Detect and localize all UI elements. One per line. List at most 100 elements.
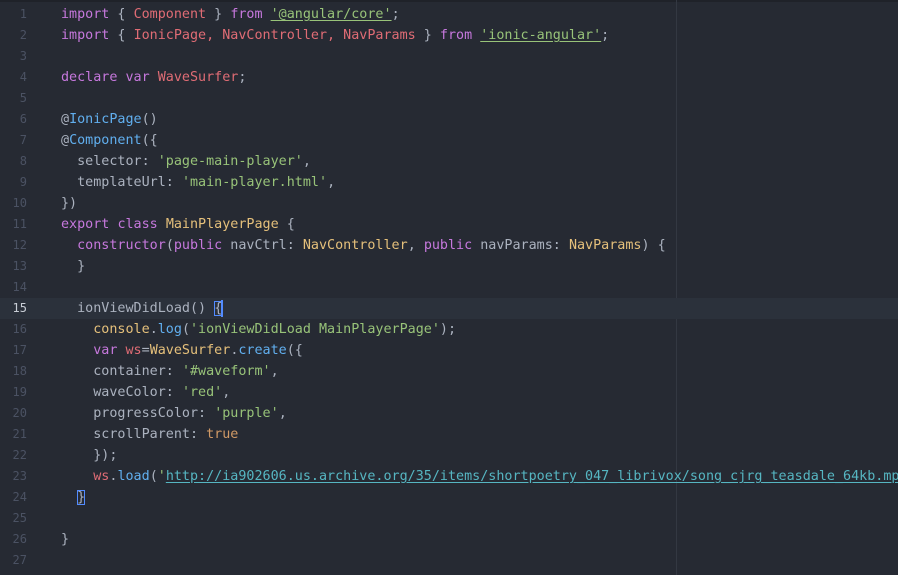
line-number: 9 [19,175,27,189]
code-line[interactable]: 11 export class MainPlayerPage { [0,214,898,235]
code-token: selector: [61,154,158,169]
code-token: ( [165,238,174,253]
code-token[interactable]: http://ia902606.us.archive.org/35/items/… [166,469,898,484]
code-line[interactable]: 9 templateUrl: 'main-player.html', [0,172,898,193]
code-token: ); [439,322,457,337]
line-number: 19 [12,385,27,399]
code-line[interactable]: 13 } [0,256,898,277]
code-token: 'main-player.html' [181,175,328,190]
line-number: 4 [19,70,27,84]
line-code: var ws=WaveSurfer.create({ [61,340,303,361]
code-line[interactable]: 21 scrollParent: true [0,424,898,445]
code-line[interactable]: 20 progressColor: 'purple', [0,403,898,424]
code-token: }) [61,196,78,211]
code-token: import [61,7,110,22]
code-editor[interactable]: 1 import { Component } from '@angular/cor… [0,0,898,575]
line-code: @IonicPage() [61,109,158,130]
line-number: 8 [19,154,27,168]
code-line[interactable]: 2 import { IonicPage, NavController, NavP… [0,25,898,46]
code-token: , [278,406,287,421]
line-number: 15 [12,301,27,315]
line-code: import { Component } from '@angular/core… [61,4,400,25]
line-code: templateUrl: 'main-player.html', [61,172,335,193]
code-token: 'ionic-angular' [480,28,602,43]
code-line[interactable]: 6 @IonicPage() [0,109,898,130]
code-token: IonicPage, NavController, NavParams [133,28,416,43]
line-number: 11 [12,217,27,231]
line-number: 6 [19,112,27,126]
code-token: from [230,7,263,22]
code-line[interactable]: 14 [0,277,898,298]
code-line[interactable]: 3 [0,46,898,67]
line-number: 3 [19,49,27,63]
code-token: navParams: [472,238,569,253]
code-token: ws [125,343,142,358]
code-token: . [149,322,158,337]
line-code: } [61,487,86,508]
code-token: declare [61,70,118,85]
code-token: ; [601,28,610,43]
line-number: 20 [12,406,27,420]
code-line[interactable]: 17 var ws=WaveSurfer.create({ [0,340,898,361]
code-line[interactable]: 15 ionViewDidLoad() { [0,298,898,319]
line-code: } [61,529,69,550]
code-line[interactable]: 5 [0,88,898,109]
line-code: ionViewDidLoad() { [61,298,224,319]
code-line[interactable]: 27 [0,550,898,571]
code-token: '#waveform' [181,364,271,379]
code-line[interactable]: 18 container: '#waveform', [0,361,898,382]
matched-bracket: } [77,490,86,505]
code-token: load [117,469,150,484]
code-line[interactable]: 16 console.log('ionViewDidLoad MainPlaye… [0,319,898,340]
code-line[interactable]: 25 [0,508,898,529]
code-line[interactable]: 19 waveColor: 'red', [0,382,898,403]
code-line[interactable]: 26} [0,529,898,550]
code-token: 'red' [181,385,223,400]
code-token: log [157,322,182,337]
code-token: = [141,343,150,358]
code-token: from [439,28,473,43]
line-code: ws.load('http://ia902606.us.archive.org/… [61,466,898,487]
code-token: ' [157,469,166,484]
code-line[interactable]: 8 selector: 'page-main-player', [0,151,898,172]
code-token: 'purple' [214,406,279,421]
code-line[interactable]: 7 @Component({ [0,130,898,151]
code-token: ; [391,7,400,22]
code-token: ( [149,469,158,484]
code-token: console [93,322,150,337]
code-token: Component [69,133,142,148]
line-code: }) [61,193,77,214]
code-line[interactable]: 22 }); [0,445,898,466]
code-token: 'ionViewDidLoad MainPlayerPage' [190,322,440,337]
code-token: @ [61,112,70,127]
code-token: public [173,238,223,253]
code-token: ws [93,469,110,484]
code-token: progressColor: [61,406,215,421]
code-token: var [93,343,118,358]
code-token: IonicPage [69,112,142,127]
line-number: 1 [19,7,27,21]
code-line[interactable]: 10}) [0,193,898,214]
line-number: 17 [12,343,27,357]
line-code: progressColor: 'purple', [61,403,287,424]
code-token: public [423,238,473,253]
code-token: { [109,28,134,43]
code-token: waveColor: [61,385,182,400]
code-line[interactable]: 4 declare var WaveSurfer; [0,67,898,88]
code-token: import [61,28,110,43]
line-code: import { IonicPage, NavController, NavPa… [61,25,609,46]
code-token: ) { [641,238,666,253]
code-line[interactable]: 24 } [0,487,898,508]
code-line[interactable]: 23 ws.load('http://ia902606.us.archive.o… [0,466,898,487]
line-code: @Component({ [61,130,158,151]
code-line[interactable]: 12 constructor(public navCtrl: NavContro… [0,235,898,256]
code-line[interactable]: 1 import { Component } from '@angular/cor… [0,4,898,25]
code-token: () [141,112,158,127]
